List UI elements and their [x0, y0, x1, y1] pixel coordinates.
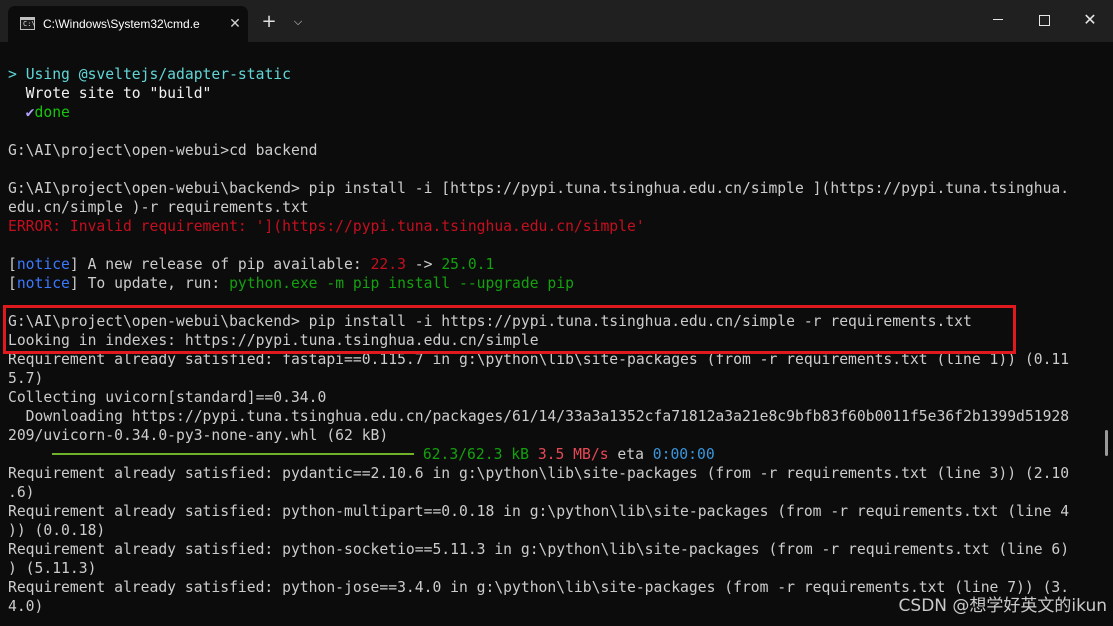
terminal-line: 209/uvicorn-0.34.0-py3-none-any.whl (62 … [8, 427, 389, 444]
prompt-arrow: > [8, 66, 26, 83]
terminal-line: G:\AI\project\open-webui\backend> pip in… [8, 180, 1070, 197]
minimize-icon [993, 19, 1003, 20]
done-label: done [34, 104, 70, 121]
tab-close-icon[interactable]: ✕ [226, 15, 244, 33]
terminal-line: .6) [8, 484, 35, 501]
download-progress-bar [52, 453, 414, 455]
terminal-line: ERROR: Invalid requirement: '](https://p… [8, 217, 1103, 236]
terminal-line: 5.7) [8, 370, 44, 387]
minimize-button[interactable] [975, 0, 1021, 40]
notice-label: notice [16, 256, 70, 273]
title-bar[interactable]: C:\ C:\Windows\System32\cmd.e ✕ + ⌵ ✕ [0, 0, 1113, 42]
terminal-line: G:\AI\project\open-webui>cd backend [8, 142, 318, 159]
progress-line: 62.3/62.3 kB 3.5 MB/s eta 0:00:00 [8, 445, 1103, 464]
terminal-line: Downloading https://pypi.tuna.tsinghua.e… [8, 408, 1070, 425]
terminal-line: Collecting uvicorn[standard]==0.34.0 [8, 389, 327, 406]
adapter-name: @sveltejs/adapter-static [78, 66, 291, 83]
terminal-line: [notice] A new release of pip available:… [8, 255, 1103, 274]
new-version: 25.0.1 [441, 256, 495, 273]
line-text: ] A new release of pip available: [69, 256, 371, 273]
terminal-line: Requirement already satisfied: python-mu… [8, 503, 1070, 520]
download-size: 62.3/62.3 kB [422, 446, 529, 463]
close-icon: ✕ [1083, 10, 1097, 29]
new-tab-button[interactable]: + [258, 8, 280, 36]
terminal-icon-glyph: C:\ [23, 20, 36, 28]
terminal-window: C:\ C:\Windows\System32\cmd.e ✕ + ⌵ ✕ > … [0, 0, 1113, 626]
tab-cmd[interactable]: C:\ C:\Windows\System32\cmd.e ✕ [8, 6, 248, 42]
bracket: [ [8, 256, 17, 273]
maximize-icon [1039, 15, 1050, 26]
terminal-line: [notice] To update, run: python.exe -m p… [8, 274, 1103, 293]
terminal-line: Wrote site to "build" [8, 84, 1103, 103]
eta-label: eta [617, 446, 644, 463]
close-window-button[interactable]: ✕ [1067, 0, 1113, 40]
highlight-annotation [3, 305, 1016, 354]
line-text: ] To update, run: [69, 275, 230, 292]
watermark: CSDN @想学好英文的ikun [898, 596, 1107, 616]
terminal-line: Requirement already satisfied: pydantic=… [8, 465, 1070, 482]
old-version: 22.3 [370, 256, 406, 273]
download-speed: 3.5 MB/s [537, 446, 609, 463]
arrow-text: -> [405, 256, 442, 273]
terminal-line: edu.cn/simple )-r requirements.txt [8, 199, 309, 216]
scrollbar[interactable] [1105, 430, 1108, 456]
bracket: [ [8, 275, 17, 292]
terminal-line: Requirement already satisfied: python-so… [8, 541, 1070, 558]
terminal-line: ) (5.11.3) [8, 560, 97, 577]
tab-title: C:\Windows\System32\cmd.e [43, 17, 200, 31]
maximize-button[interactable] [1021, 0, 1067, 40]
line-text: Using [25, 66, 79, 83]
terminal-line: )) (0.0.18) [8, 522, 106, 539]
upgrade-command: python.exe -m pip install --upgrade pip [229, 275, 574, 292]
terminal-line: ✔done [8, 103, 1103, 122]
terminal-line: > Using @sveltejs/adapter-static [8, 65, 1103, 84]
line-text: Wrote site to "build" [8, 85, 212, 102]
terminal-icon: C:\ [20, 17, 36, 30]
check-icon: ✔ [8, 104, 35, 121]
notice-label: notice [16, 275, 70, 292]
error-message: ERROR: Invalid requirement: '](https://p… [8, 218, 645, 235]
eta-value: 0:00:00 [652, 446, 715, 463]
tab-dropdown-button[interactable]: ⌵ [288, 8, 308, 36]
